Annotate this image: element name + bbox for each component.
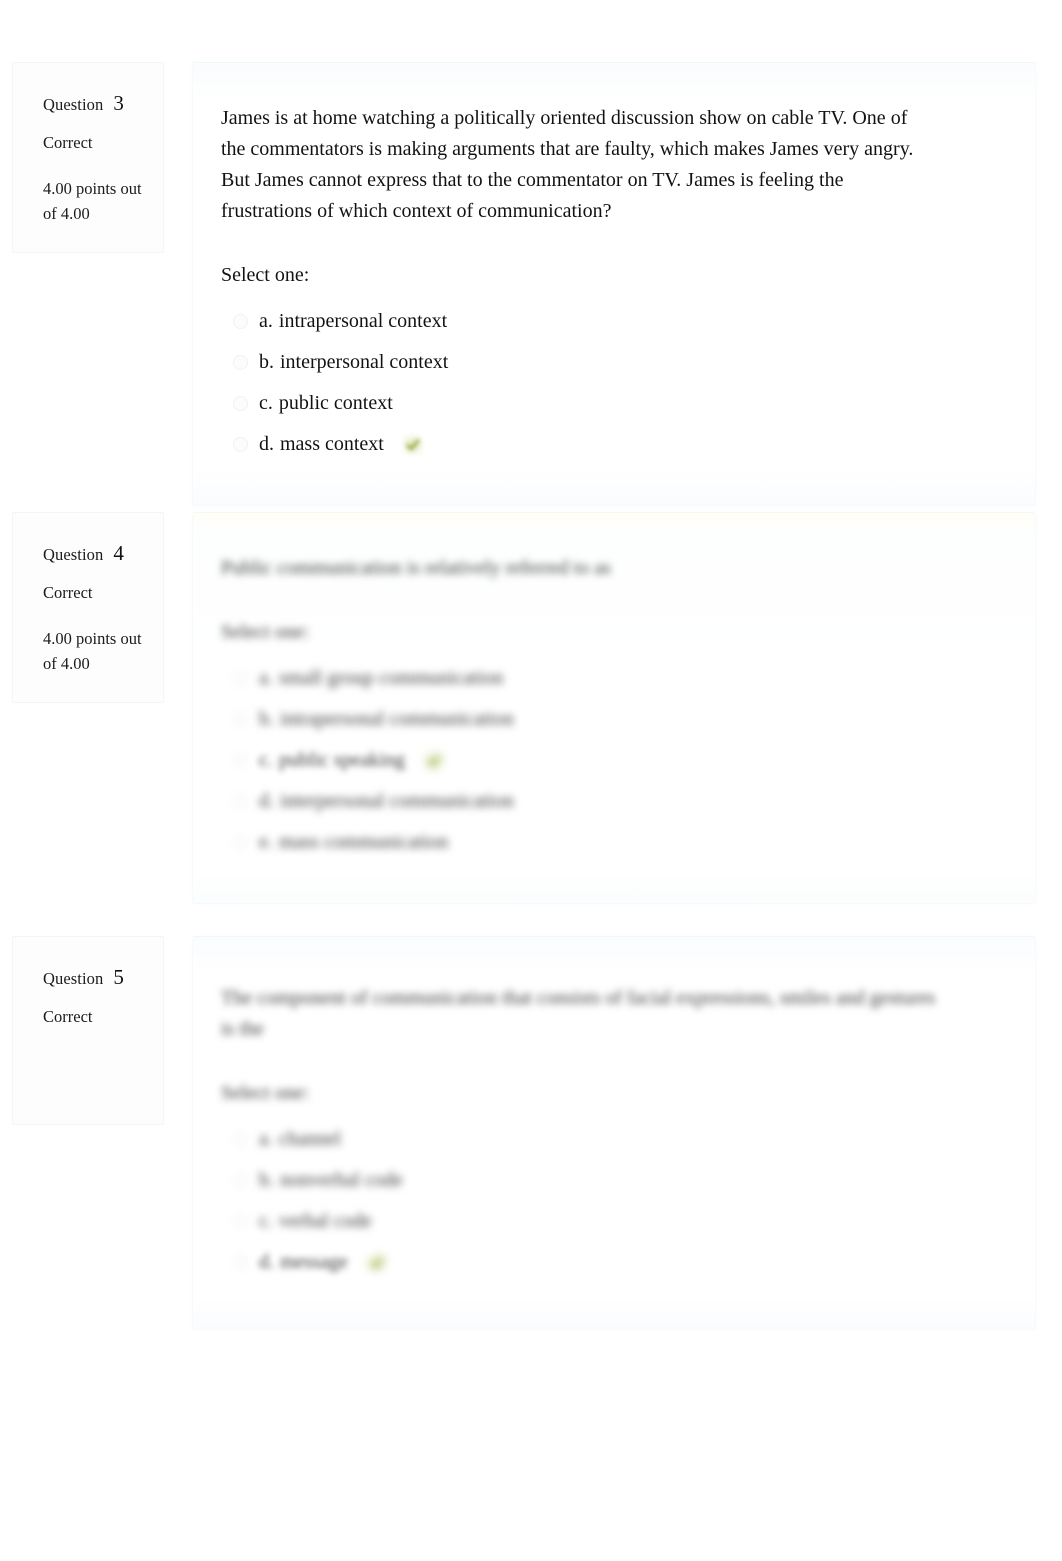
answer-option[interactable]: a. intrapersonal context [233,301,1001,342]
answer-option[interactable]: b. nonverbal code [233,1160,1001,1201]
question-heading-3: Question 3 [43,91,149,116]
question-info-panel-5: Question 5 Correct [12,936,164,1125]
select-one-label: Select one: [221,1082,310,1104]
answer-option-letter: d. [259,433,274,455]
answer-option-list: a. intrapersonal context b. interpersona… [221,301,1001,465]
radio-button-icon[interactable] [233,396,248,411]
answer-option-label: public context [278,392,393,414]
question-state-badge: Correct [43,133,93,152]
answer-option[interactable]: c. verbal code [233,1201,1001,1242]
question-content-panel-4: Public communication is relatively refer… [192,512,1036,904]
question-grade-text: 4.00 points out of 4.00 [43,629,142,674]
radio-button-icon[interactable] [233,1173,248,1188]
answer-option-letter: a. [259,1128,273,1150]
question-stem-text: James is at home watching a politically … [221,107,914,222]
answer-option-letter: d. [259,790,274,812]
question-block-4: Question 4 Correct 4.00 points out of 4.… [12,512,1036,904]
answer-option[interactable]: a. small group communication [233,658,1001,699]
question-grade-text: 4.00 points out of 4.00 [43,179,142,224]
answer-option-selected[interactable]: d. message [233,1242,1001,1283]
answer-option-label: interpersonal context [280,351,449,373]
question-info-panel-4: Question 4 Correct 4.00 points out of 4.… [12,512,164,704]
radio-button-icon[interactable] [233,314,248,329]
answer-option-letter: e. [259,831,273,853]
answer-option-label: public speaking [278,749,405,771]
question-stem-text: The component of communication that cons… [221,987,936,1040]
answer-option-letter: b. [259,351,274,373]
answer-option-letter: b. [259,1169,274,1191]
radio-button-icon[interactable] [233,835,248,850]
radio-button-icon[interactable] [233,794,248,809]
answer-option[interactable]: c. public context [233,383,1001,424]
question-heading-5: Question 5 [43,965,149,990]
answer-option-list: a. channel b. nonverbal code c. verbal c… [221,1119,1001,1283]
radio-button-icon[interactable] [233,1255,248,1270]
answer-option-label: interpersonal communication [280,790,514,812]
question-number: 5 [113,965,124,989]
answer-option-letter: a. [259,310,273,332]
answer-option[interactable]: b. interpersonal context [233,342,1001,383]
answer-option-list: a. small group communication b. intraper… [221,658,1001,863]
correct-check-icon [365,1251,388,1274]
question-word-label: Question [43,969,104,988]
radio-button-icon[interactable] [233,1214,248,1229]
answer-option-label: verbal code [278,1210,372,1232]
answer-option-letter: c. [259,1210,273,1232]
correct-check-icon [401,433,424,456]
answer-option-letter: c. [259,749,273,771]
answer-option-label: mass context [280,433,384,455]
question-word-label: Question [43,545,104,564]
question-block-5: Question 5 Correct The component of comm… [12,936,1036,1330]
question-content-panel-3: James is at home watching a politically … [192,62,1036,506]
answer-option-letter: d. [259,1251,274,1273]
question-number: 4 [113,541,124,565]
radio-button-icon[interactable] [233,712,248,727]
answer-option-label: nonverbal code [280,1169,403,1191]
question-state-badge: Correct [43,1007,93,1026]
quiz-review-page: Question 3 Correct 4.00 points out of 4.… [0,0,1062,1561]
answer-option[interactable]: e. mass communication [233,822,1001,863]
answer-option-letter: c. [259,392,273,414]
question-info-panel-3: Question 3 Correct 4.00 points out of 4.… [12,62,164,254]
select-one-label: Select one: [221,264,310,286]
radio-button-icon[interactable] [233,1132,248,1147]
answer-option-letter: b. [259,708,274,730]
question-content-panel-5: The component of communication that cons… [192,936,1036,1330]
radio-button-icon[interactable] [233,355,248,370]
answer-option-label: small group communication [278,667,504,689]
select-one-label: Select one: [221,621,310,643]
answer-option-label: message [280,1251,348,1273]
question-state-badge: Correct [43,583,93,602]
answer-option-label: intrapersonal communication [280,708,514,730]
question-stem-text: Public communication is relatively refer… [221,557,611,579]
answer-option-label: mass communication [278,831,449,853]
answer-option-label: channel [278,1128,342,1150]
radio-button-icon[interactable] [233,437,248,452]
radio-button-icon[interactable] [233,671,248,686]
answer-option[interactable]: b. intrapersonal communication [233,699,1001,740]
answer-option-letter: a. [259,667,273,689]
radio-button-icon[interactable] [233,753,248,768]
answer-option-selected[interactable]: d. mass context [233,424,1001,465]
answer-option[interactable]: d. interpersonal communication [233,781,1001,822]
question-number: 3 [113,91,124,115]
question-block-3: Question 3 Correct 4.00 points out of 4.… [12,62,1036,506]
correct-check-icon [422,749,445,772]
answer-option[interactable]: a. channel [233,1119,1001,1160]
answer-option-label: intrapersonal context [278,310,448,332]
question-word-label: Question [43,95,104,114]
answer-option-selected[interactable]: c. public speaking [233,740,1001,781]
question-heading-4: Question 4 [43,541,149,566]
